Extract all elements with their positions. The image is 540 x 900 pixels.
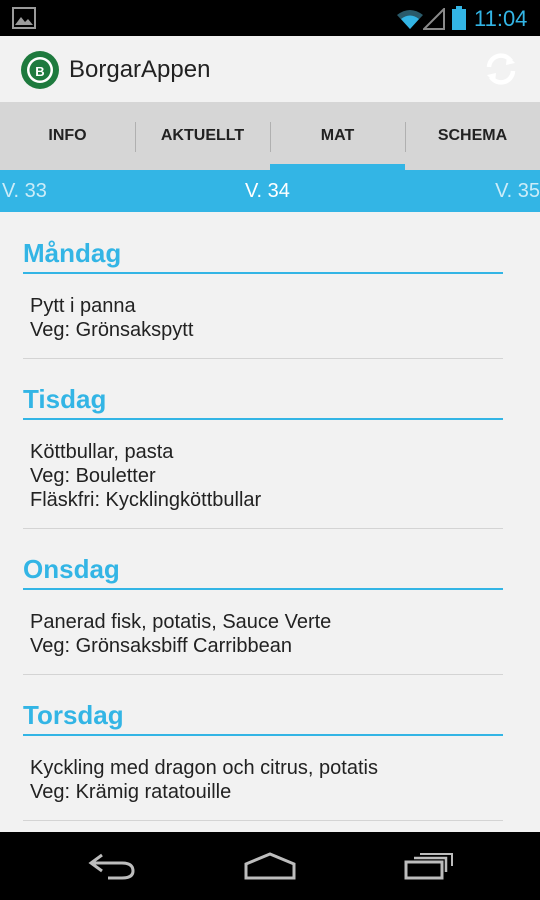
menu-list[interactable]: Måndag Pytt i panna Veg: Grönsakspytt Ti…	[0, 212, 540, 832]
menu-item: Panerad fisk, potatis, Sauce Verte	[30, 611, 332, 633]
menu-item: Veg: Grönsakspytt	[30, 319, 194, 341]
tab-info[interactable]: INFO	[0, 102, 135, 170]
app-title: BorgarAppen	[69, 56, 211, 83]
menu-item: Köttbullar, pasta	[30, 441, 174, 463]
week-prev[interactable]: V. 33	[2, 180, 47, 203]
navigation-bar	[0, 832, 540, 900]
menu-item: Veg: Bouletter	[30, 465, 156, 487]
tab-bar: INFO AKTUELLT MAT SCHEMA	[0, 102, 540, 170]
battery-icon	[452, 6, 466, 30]
action-bar: B BorgarAppen	[0, 36, 540, 102]
gallery-icon	[12, 7, 36, 29]
status-bar: 11:04	[0, 0, 540, 36]
day-section: Onsdag Panerad fisk, potatis, Sauce Vert…	[23, 528, 503, 675]
recents-icon[interactable]	[404, 852, 454, 880]
day-heading: Måndag	[23, 238, 122, 268]
day-section: Måndag Pytt i panna Veg: Grönsakspytt	[23, 212, 503, 359]
menu-item: Fläskfri: Kycklingköttbullar	[30, 489, 262, 511]
week-next[interactable]: V. 35	[495, 180, 540, 203]
separator	[23, 820, 503, 821]
day-heading: Onsdag	[23, 554, 120, 584]
status-time: 11:04	[474, 6, 528, 31]
svg-text:B: B	[35, 64, 44, 79]
tab-aktuellt[interactable]: AKTUELLT	[135, 102, 270, 170]
tab-schema[interactable]: SCHEMA	[405, 102, 540, 170]
menu-item: Veg: Krämig ratatouille	[30, 781, 232, 803]
wifi-icon	[397, 10, 423, 29]
week-selector: V. 33 V. 34 V. 35	[0, 170, 540, 212]
menu-item: Pytt i panna	[30, 295, 136, 317]
back-icon[interactable]	[88, 852, 136, 880]
day-section: Tisdag Köttbullar, pasta Veg: Bouletter …	[23, 358, 503, 529]
menu-item: Veg: Grönsaksbiff Carribbean	[30, 635, 293, 657]
day-heading: Tisdag	[23, 384, 107, 414]
menu-item: Kyckling med dragon och citrus, potatis	[30, 757, 378, 779]
school-logo-icon[interactable]: B	[20, 50, 60, 90]
home-icon[interactable]	[243, 852, 297, 880]
refresh-icon[interactable]	[484, 52, 518, 86]
day-section: Torsdag Kyckling med dragon och citrus, …	[23, 674, 503, 821]
week-current[interactable]: V. 34	[245, 180, 290, 203]
signal-icon	[423, 8, 445, 30]
day-heading: Torsdag	[23, 700, 124, 730]
tab-mat[interactable]: MAT	[270, 102, 405, 170]
